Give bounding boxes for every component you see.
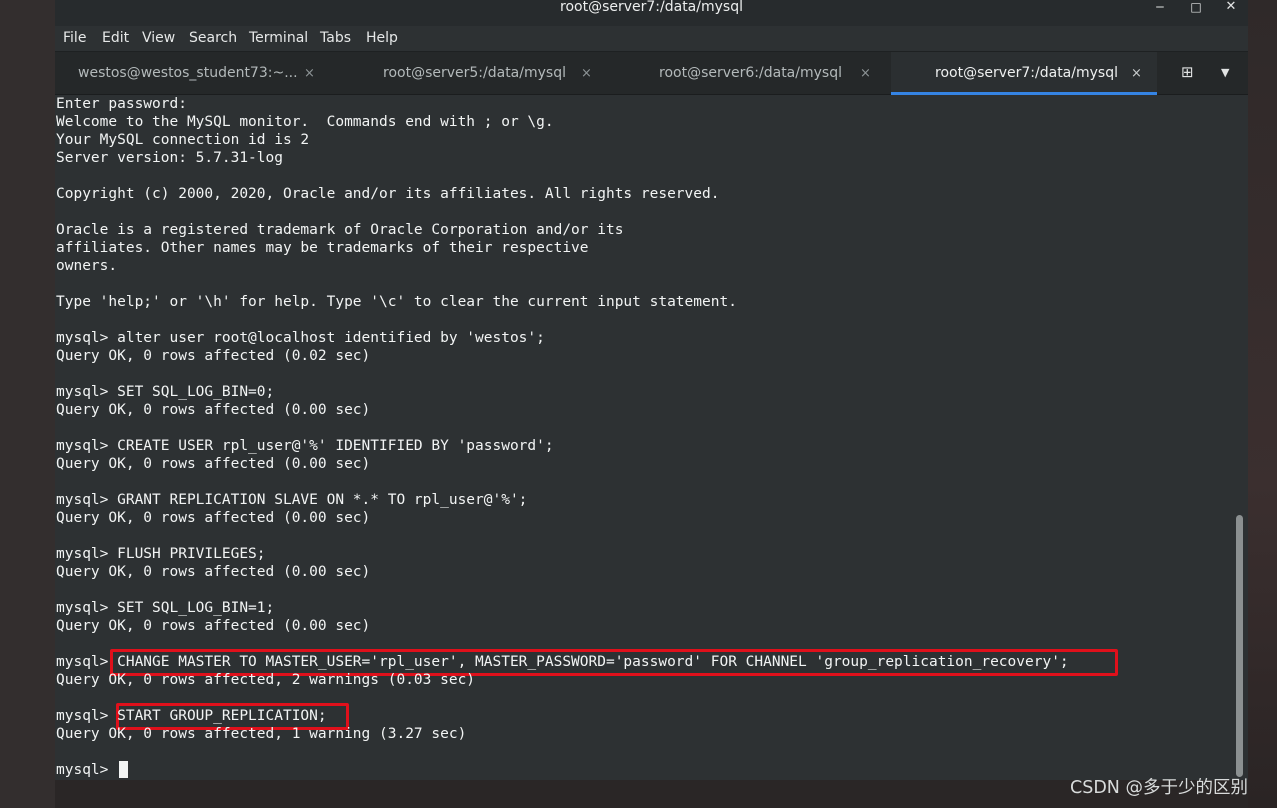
terminal-line: mysql> [56,762,118,778]
desktop-background-left [0,0,55,808]
terminal-line: Query OK, 0 rows affected (0.00 sec) [56,510,371,526]
terminal-line: Server version: 5.7.31-log [56,150,283,166]
terminal-line: affiliates. Other names may be trademark… [56,240,589,256]
terminal-line: Copyright (c) 2000, 2020, Oracle and/or … [56,186,720,202]
terminal-line: Query OK, 0 rows affected, 1 warning (3.… [56,726,467,742]
desktop-background-right [1248,0,1277,808]
tab-server7[interactable]: root@server7:/data/mysql × [891,52,1157,95]
tab-label: root@server7:/data/mysql [935,65,1118,81]
scrollbar-thumb[interactable] [1236,515,1243,777]
terminal-line: Type 'help;' or '\h' for help. Type '\c'… [56,294,737,310]
terminal-line: mysql> SET SQL_LOG_BIN=0; [56,384,275,400]
terminal-line: Oracle is a registered trademark of Orac… [56,222,624,238]
tab-label: westos@westos_student73:~... [78,65,298,81]
chevron-down-icon[interactable]: ▼ [1221,66,1229,80]
menu-tabs[interactable]: Tabs [320,30,351,47]
tab-server6[interactable]: root@server6:/data/mysql × [611,52,891,95]
window-title: root@server7:/data/mysql [560,0,743,15]
close-window-icon[interactable]: ✕ [1221,0,1241,17]
new-tab-icon[interactable]: ⊞ [1181,64,1194,81]
terminal-line: owners. [56,258,118,274]
terminal-line: Query OK, 0 rows affected (0.00 sec) [56,456,371,472]
menu-help[interactable]: Help [366,30,398,47]
terminal-line: Enter password: [56,96,187,112]
terminal-line: Welcome to the MySQL monitor. Commands e… [56,114,554,130]
tab-label: root@server6:/data/mysql [659,65,842,81]
terminal-line: mysql> SET SQL_LOG_BIN=1; [56,600,275,616]
terminal-output[interactable]: Enter password: Welcome to the MySQL moni… [55,95,1248,780]
menu-edit[interactable]: Edit [102,30,129,47]
terminal-line: mysql> START GROUP_REPLICATION; [56,708,327,724]
menu-terminal[interactable]: Terminal [249,30,308,47]
menu-view[interactable]: View [142,30,175,47]
tab-label: root@server5:/data/mysql [383,65,566,81]
tab-bar: westos@westos_student73:~... × root@serv… [55,51,1248,95]
terminal-window: root@server7:/data/mysql ‒ □ ✕ File Edit… [55,0,1248,780]
menu-search[interactable]: Search [189,30,237,47]
menu-bar: File Edit View Search Terminal Tabs Help [55,26,1248,51]
title-bar[interactable]: root@server7:/data/mysql ‒ □ ✕ [55,0,1248,26]
terminal-line: mysql> GRANT REPLICATION SLAVE ON *.* TO… [56,492,528,508]
tab-close-icon[interactable]: × [304,65,315,82]
terminal-line: Query OK, 0 rows affected (0.02 sec) [56,348,371,364]
terminal-line: mysql> CHANGE MASTER TO MASTER_USER='rpl… [56,654,1069,670]
tab-close-icon[interactable]: × [581,65,592,82]
terminal-line: Query OK, 0 rows affected (0.00 sec) [56,618,371,634]
terminal-line: Your MySQL connection id is 2 [56,132,310,148]
terminal-cursor [119,761,128,778]
csdn-watermark: CSDN @多于少的区别 [1070,778,1248,798]
terminal-line: Query OK, 0 rows affected (0.00 sec) [56,402,371,418]
maximize-icon[interactable]: □ [1186,0,1206,17]
terminal-line: Query OK, 0 rows affected, 2 warnings (0… [56,672,476,688]
tab-close-icon[interactable]: × [1131,65,1142,82]
terminal-line: mysql> CREATE USER rpl_user@'%' IDENTIFI… [56,438,554,454]
menu-file[interactable]: File [63,30,86,47]
terminal-line: Query OK, 0 rows affected (0.00 sec) [56,564,371,580]
terminal-line: mysql> alter user root@localhost identif… [56,330,545,346]
terminal-line: mysql> FLUSH PRIVILEGES; [56,546,266,562]
minimize-icon[interactable]: ‒ [1150,0,1170,17]
tab-close-icon[interactable]: × [860,65,871,82]
tab-server5[interactable]: root@server5:/data/mysql × [337,52,611,95]
tab-westos[interactable]: westos@westos_student73:~... × [55,52,337,95]
